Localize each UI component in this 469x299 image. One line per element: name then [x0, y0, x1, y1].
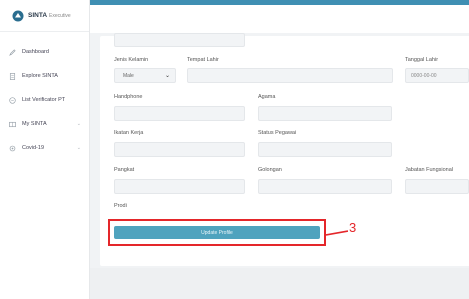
sidebar-item-label: Dashboard [22, 49, 49, 55]
sidebar-item-covid-19[interactable]: Covid-19 ⌄ [0, 136, 89, 160]
status-pegawai-label: Status Pegawai [258, 130, 297, 136]
handphone-label: Handphone [114, 94, 143, 100]
sidebar-item-my-sinta[interactable]: My SINTA ⌄ [0, 112, 89, 136]
sidebar-item-dashboard[interactable]: Dashboard [0, 40, 89, 64]
chevron-down-icon: ⌄ [76, 145, 81, 151]
sidebar-item-label: List Verificator PT [22, 97, 66, 103]
annotation-step-number: 3 [349, 220, 357, 235]
tanggal-lahir-label: Tanggal Lahir [405, 57, 439, 63]
ikatan-kerja-label: Ikatan Kerja [114, 130, 144, 136]
tanggal-lahir-placeholder: 0000-00-00 [411, 73, 437, 79]
agama-input[interactable] [258, 106, 392, 121]
tempat-lahir-label: Tempat Lahir [187, 57, 219, 63]
annotation-highlight-box [108, 219, 326, 246]
handphone-input[interactable] [114, 106, 245, 121]
golongan-input[interactable] [258, 179, 392, 194]
circle-icon [8, 96, 16, 104]
sidebar-item-label: Explore SINTA [22, 73, 58, 79]
topbar [90, 5, 469, 33]
grid-icon [8, 120, 16, 128]
sidebar-item-label: My SINTA [22, 121, 47, 127]
jabatan-fungsional-input[interactable] [405, 179, 469, 194]
jenis-kelamin-label: Jenis Kelamin [114, 57, 149, 63]
tanggal-lahir-input[interactable]: 0000-00-00 [405, 68, 469, 83]
status-pegawai-input[interactable] [258, 142, 392, 157]
sidebar-item-label: Covid-19 [22, 145, 45, 151]
page-footer-area [90, 268, 469, 299]
sidebar-nav: Dashboard Explore SINTA List Verificator… [0, 32, 89, 160]
brand-name: SINTA [28, 12, 48, 19]
brand[interactable]: SINTA Executive [0, 0, 89, 32]
agama-label: Agama [258, 94, 276, 100]
jenis-kelamin-value: Male [123, 73, 134, 79]
pangkat-input[interactable] [114, 179, 245, 194]
pangkat-label: Pangkat [114, 167, 135, 173]
brand-subtitle: Executive [49, 12, 71, 19]
chevron-down-icon: ⌄ [164, 73, 170, 79]
tempat-lahir-input[interactable] [187, 68, 393, 83]
document-icon [8, 72, 16, 80]
pencil-icon [8, 48, 16, 56]
prodi-label: Prodi [114, 203, 127, 209]
app-window: SINTA Executive Dashboard Explore SINTA [0, 0, 469, 299]
annotation-pointer [326, 230, 348, 236]
chevron-down-icon: ⌄ [76, 121, 81, 127]
jenis-kelamin-select[interactable]: Male ⌄ [114, 68, 176, 83]
jabatan-fungsional-label: Jabatan Fungsional [405, 167, 454, 173]
gear-icon [8, 144, 16, 152]
sinta-logo-icon [12, 10, 24, 21]
ikatan-kerja-input[interactable] [114, 142, 245, 157]
sidebar: SINTA Executive Dashboard Explore SINTA [0, 0, 90, 299]
golongan-label: Golongan [258, 167, 282, 173]
previous-field[interactable] [114, 33, 245, 47]
sidebar-item-list-verificator-pt[interactable]: List Verificator PT [0, 88, 89, 112]
sidebar-item-explore-sinta[interactable]: Explore SINTA [0, 64, 89, 88]
